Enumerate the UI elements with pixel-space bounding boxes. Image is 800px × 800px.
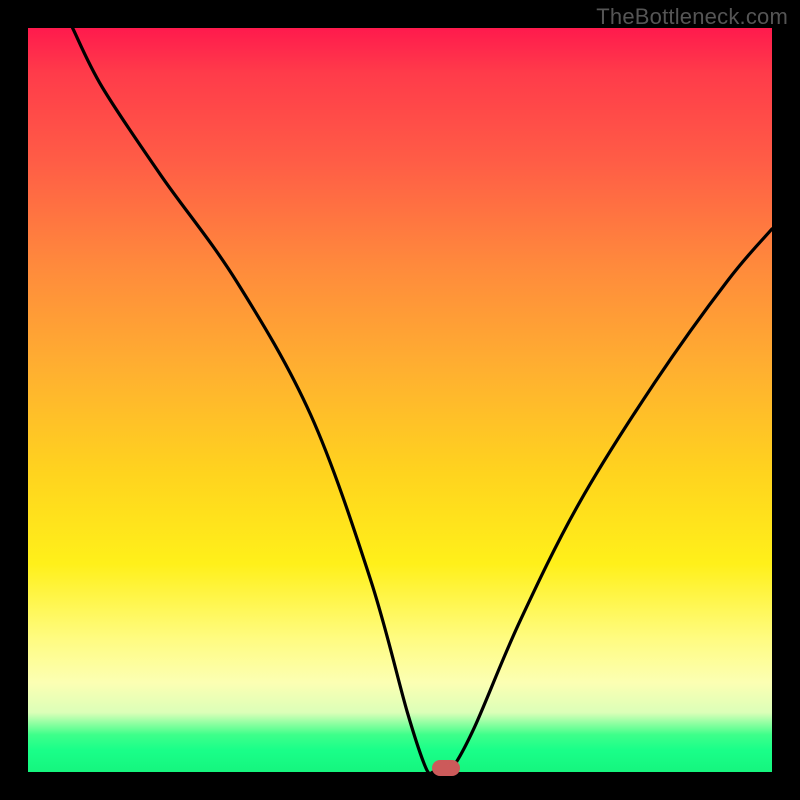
chart-frame: TheBottleneck.com (0, 0, 800, 800)
curve-svg (28, 28, 772, 772)
watermark-text: TheBottleneck.com (596, 4, 788, 30)
plot-area (28, 28, 772, 772)
optimal-point-marker (432, 760, 460, 776)
bottleneck-curve (73, 28, 772, 774)
